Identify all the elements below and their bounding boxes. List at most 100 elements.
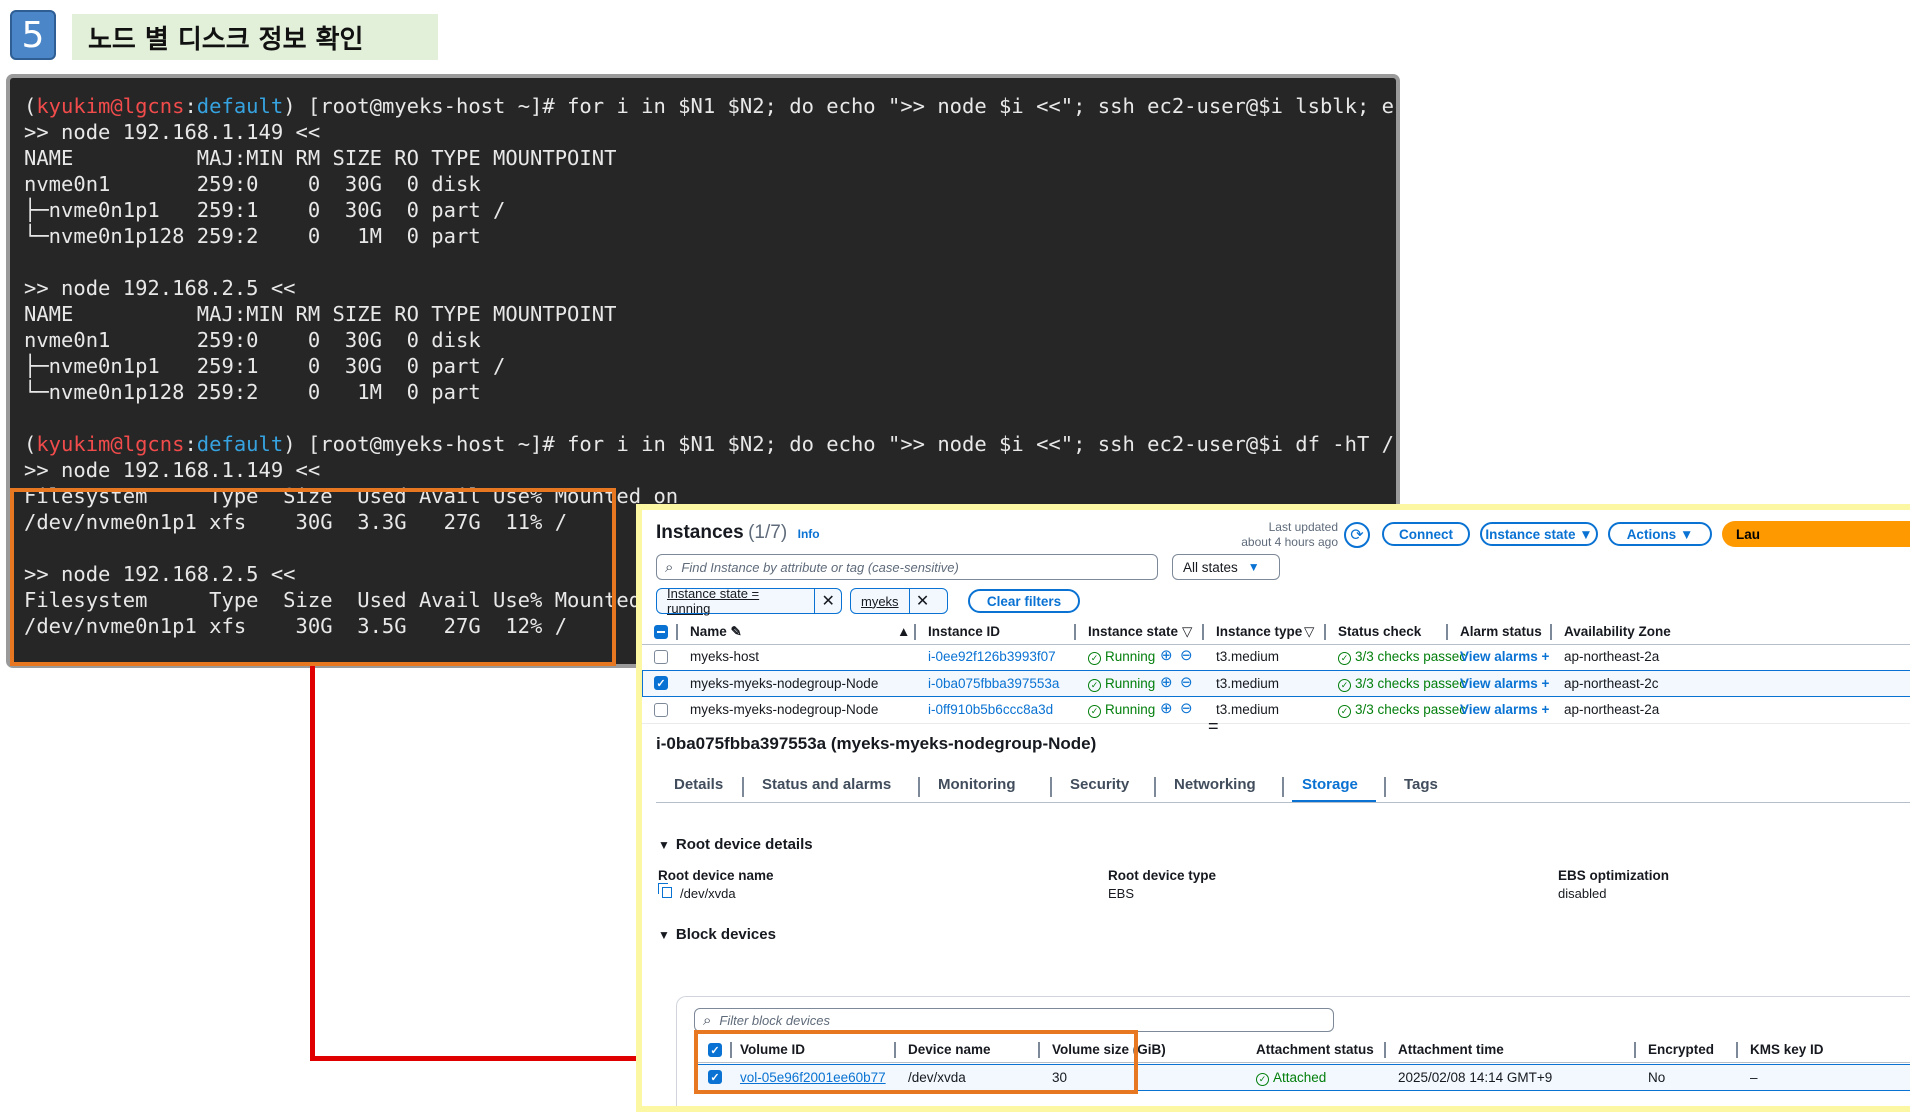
- ec2-console-panel: Instances (1/7) Info Last updated about …: [636, 504, 1910, 1112]
- command-lsblk: for i in $N1 $N2; do echo ">> node $i <<…: [567, 94, 1396, 118]
- check-circle-icon: ✓: [1256, 1073, 1269, 1086]
- instance-id-link[interactable]: i-0ba075fbba397553a: [928, 676, 1059, 691]
- zoom-in-icon[interactable]: ⊕: [1160, 646, 1173, 664]
- connector-line-horizontal: [310, 1056, 680, 1061]
- connect-button[interactable]: Connect: [1382, 522, 1470, 546]
- tab-security[interactable]: Security: [1070, 776, 1129, 793]
- ebs-optimization-label: EBS optimization: [1558, 868, 1669, 883]
- terminal-output-line: └─nvme0n1p128 259:2 0 1M 0 part: [24, 224, 481, 248]
- instance-id-link[interactable]: i-0ee92f126b3993f07: [928, 649, 1056, 664]
- filter-token-myeks[interactable]: myeks ✕: [850, 588, 948, 614]
- col-instance-state[interactable]: Instance state: [1088, 624, 1178, 639]
- row-checkbox[interactable]: [654, 650, 668, 664]
- df-output-highlight: [10, 488, 616, 666]
- root-device-name-label: Root device name: [658, 868, 774, 883]
- col-name[interactable]: Name ✎: [690, 624, 742, 640]
- row-checkbox[interactable]: [654, 703, 668, 717]
- prompt-context: default: [196, 94, 284, 118]
- states-select[interactable]: All states ▼: [1172, 554, 1280, 580]
- check-circle-icon: ✓: [1338, 652, 1351, 665]
- col-status-check[interactable]: Status check: [1338, 624, 1421, 639]
- refresh-icon[interactable]: ⟳: [1344, 522, 1370, 548]
- search-icon: ⌕: [665, 558, 674, 576]
- instance-detail-title: i-0ba075fbba397553a (myeks-myeks-nodegro…: [656, 734, 1097, 753]
- view-alarms-link[interactable]: View alarms +: [1460, 676, 1549, 691]
- terminal-output-line: >> node 192.168.2.5 <<: [24, 276, 296, 300]
- terminal-output-line: └─nvme0n1p128 259:2 0 1M 0 part: [24, 380, 481, 404]
- last-updated: Last updated about 4 hours ago: [1241, 520, 1338, 549]
- terminal-output-line: ├─nvme0n1p1 259:1 0 30G 0 part /: [24, 198, 506, 222]
- terminal-output-line: >> node 192.168.1.149 <<: [24, 120, 321, 144]
- filter-funnel-icon[interactable]: ▽: [1182, 624, 1192, 640]
- table-row[interactable]: myeks-myeks-nodegroup-Node i-0ff910b5b6c…: [642, 697, 1910, 723]
- col-instance-id[interactable]: Instance ID: [928, 624, 1000, 639]
- root-device-type-value: EBS: [1108, 886, 1135, 901]
- col-kms-key-id[interactable]: KMS key ID: [1750, 1042, 1824, 1057]
- resize-handle[interactable]: =: [1208, 716, 1219, 737]
- root-device-type-label: Root device type: [1108, 868, 1217, 883]
- step-number-badge: 5: [10, 10, 56, 60]
- terminal-output-line: NAME MAJ:MIN RM SIZE RO TYPE MOUNTPOINT: [24, 146, 617, 170]
- col-attachment-status[interactable]: Attachment status: [1256, 1042, 1374, 1057]
- zoom-out-icon[interactable]: ⊖: [1180, 699, 1193, 717]
- block-devices-filter-input[interactable]: ⌕ Filter block devices: [694, 1008, 1334, 1032]
- check-circle-icon: ✓: [1088, 652, 1101, 665]
- check-circle-icon: ✓: [1088, 705, 1101, 718]
- col-availability-zone[interactable]: Availability Zone: [1564, 624, 1671, 639]
- terminal-command-line-2: (kyukim@lgcns:default) [root@myeks-host …: [24, 431, 1396, 457]
- remove-filter-icon[interactable]: ✕: [814, 589, 841, 613]
- info-link[interactable]: Info: [798, 527, 820, 541]
- zoom-in-icon[interactable]: ⊕: [1160, 699, 1173, 717]
- col-instance-type[interactable]: Instance type: [1216, 624, 1302, 639]
- instances-title: Instances: [656, 522, 744, 543]
- tab-networking[interactable]: Networking: [1174, 776, 1256, 793]
- ebs-optimization-value: disabled: [1558, 886, 1607, 901]
- block-devices-section-toggle[interactable]: ▼ Block devices: [658, 926, 776, 943]
- actions-button[interactable]: Actions ▼: [1608, 522, 1712, 546]
- row-checkbox[interactable]: ✓: [654, 676, 668, 690]
- tab-details[interactable]: Details: [674, 776, 723, 793]
- table-row-selected[interactable]: ✓ myeks-myeks-nodegroup-Node i-0ba075fbb…: [642, 670, 1910, 697]
- instance-state-button[interactable]: Instance state ▼: [1480, 522, 1598, 546]
- connector-line-vertical: [310, 666, 315, 1061]
- col-encrypted[interactable]: Encrypted: [1648, 1042, 1714, 1057]
- terminal-output-line: NAME MAJ:MIN RM SIZE RO TYPE MOUNTPOINT: [24, 302, 617, 326]
- zoom-out-icon[interactable]: ⊖: [1180, 673, 1193, 691]
- search-icon: ⌕: [703, 1011, 712, 1029]
- instance-search-input[interactable]: ⌕ Find Instance by attribute or tag (cas…: [656, 554, 1158, 580]
- tab-status-and-alarms[interactable]: Status and alarms: [762, 776, 891, 793]
- launch-instances-button[interactable]: Lau: [1722, 521, 1910, 547]
- volume-highlight: [694, 1030, 1138, 1094]
- filter-token-state[interactable]: Instance state = running ✕: [656, 586, 842, 616]
- terminal-output-line: >> node 192.168.1.149 <<: [24, 458, 321, 482]
- sort-asc-icon[interactable]: ▲: [897, 624, 910, 639]
- terminal-output-line: nvme0n1 259:0 0 30G 0 disk: [24, 328, 481, 352]
- terminal-output-line: nvme0n1 259:0 0 30G 0 disk: [24, 172, 481, 196]
- check-circle-icon: ✓: [1088, 679, 1101, 692]
- clear-filters-button[interactable]: Clear filters: [968, 589, 1080, 613]
- zoom-in-icon[interactable]: ⊕: [1160, 673, 1173, 691]
- view-alarms-link[interactable]: View alarms +: [1460, 702, 1549, 717]
- table-row[interactable]: myeks-host i-0ee92f126b3993f07 ✓ Running …: [642, 644, 1910, 670]
- check-circle-icon: ✓: [1338, 679, 1351, 692]
- tab-tags[interactable]: Tags: [1404, 776, 1438, 793]
- copy-icon[interactable]: [658, 883, 672, 898]
- prompt-user: kyukim@lgcns: [36, 94, 185, 118]
- col-attachment-time[interactable]: Attachment time: [1398, 1042, 1504, 1057]
- tab-monitoring[interactable]: Monitoring: [938, 776, 1015, 793]
- zoom-out-icon[interactable]: ⊖: [1180, 646, 1193, 664]
- command-df: for i in $N1 $N2; do echo ">> node $i <<…: [567, 432, 1396, 456]
- select-all-checkbox[interactable]: [654, 625, 668, 639]
- edit-icon: ✎: [730, 624, 742, 639]
- instances-header: Instances (1/7) Info: [656, 522, 820, 544]
- instance-id-link[interactable]: i-0ff910b5b6ccc8a3d: [928, 702, 1053, 717]
- step-title: 노드 별 디스크 정보 확인: [72, 14, 438, 60]
- chevron-down-icon: ▼: [1247, 560, 1260, 574]
- remove-filter-icon[interactable]: ✕: [908, 589, 936, 613]
- root-device-section-toggle[interactable]: ▼ Root device details: [658, 836, 813, 853]
- filter-funnel-icon[interactable]: ▽: [1304, 624, 1314, 640]
- caret-down-icon: ▼: [658, 838, 670, 852]
- view-alarms-link[interactable]: View alarms +: [1460, 649, 1549, 664]
- col-alarm-status[interactable]: Alarm status: [1460, 624, 1542, 639]
- tab-storage[interactable]: Storage: [1302, 776, 1358, 793]
